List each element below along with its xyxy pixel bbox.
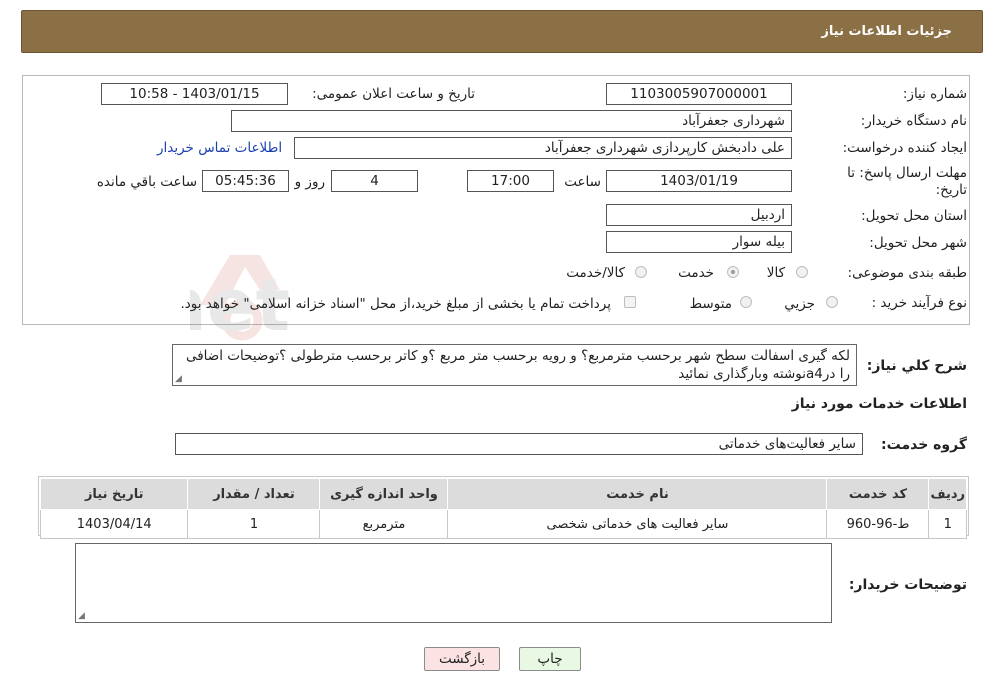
col-service-code: کد خدمت bbox=[826, 478, 930, 510]
remaining-days-field[interactable]: 4 bbox=[331, 170, 418, 192]
delivery-city-label: شهر محل تحویل: bbox=[869, 235, 967, 251]
requester-field[interactable]: علی دادبخش کارپردازی شهرداری جعفرآباد bbox=[294, 137, 792, 159]
service-group-field[interactable]: سایر فعالیت‌های خدماتی bbox=[175, 433, 863, 455]
services-table: ردیف کد خدمت نام خدمت واحد اندازه گیری ت… bbox=[39, 478, 967, 539]
table-header-row: ردیف کد خدمت نام خدمت واحد اندازه گیری ت… bbox=[39, 478, 967, 510]
delivery-city-field[interactable]: بیله سوار bbox=[606, 231, 792, 253]
category-goods-service-radio[interactable] bbox=[635, 266, 647, 278]
cell-service-code: ط-96-960 bbox=[826, 509, 930, 539]
delivery-province-field[interactable]: اردبیل bbox=[606, 204, 792, 226]
page-header: جزئیات اطلاعات نیاز bbox=[21, 10, 983, 53]
service-group-label: گروه خدمت: bbox=[881, 437, 967, 453]
cell-row-number: 1 bbox=[928, 509, 967, 539]
days-label: روز و bbox=[294, 174, 325, 190]
category-service-radio[interactable] bbox=[727, 266, 739, 278]
process-medium-label: متوسط bbox=[689, 296, 732, 312]
cell-unit: مترمربع bbox=[319, 509, 449, 539]
process-minor-label: جزیي bbox=[784, 296, 815, 312]
col-row-number: ردیف bbox=[928, 478, 967, 510]
deadline-time-field[interactable]: 17:00 bbox=[467, 170, 554, 192]
process-minor-radio[interactable] bbox=[826, 296, 838, 308]
remaining-time-label: ساعت باقي مانده bbox=[96, 174, 197, 190]
requester-label: ایجاد کننده درخواست: bbox=[842, 140, 967, 156]
category-goods-service-label: کالا/خدمت bbox=[566, 265, 625, 281]
process-medium-radio[interactable] bbox=[740, 296, 752, 308]
treasury-payment-checkbox[interactable] bbox=[624, 296, 636, 308]
delivery-province-label: استان محل تحویل: bbox=[861, 208, 967, 224]
cell-quantity: 1 bbox=[187, 509, 321, 539]
remaining-time-field[interactable]: 05:45:36 bbox=[202, 170, 289, 192]
col-need-date: تاریخ نیاز bbox=[39, 478, 189, 510]
deadline-date-field[interactable]: 1403/01/19 bbox=[606, 170, 792, 192]
col-quantity: تعداد / مقدار bbox=[187, 478, 321, 510]
need-number-field[interactable]: 1103005907000001 bbox=[606, 83, 792, 105]
description-textarea[interactable]: لکه گیری اسفالت سطح شهر برحسب مترمربع؟ و… bbox=[172, 344, 857, 386]
buyer-org-field[interactable]: شهرداری جعفرآباد bbox=[231, 110, 792, 132]
deadline-time-label: ساعت bbox=[564, 174, 601, 190]
cell-service-name: سایر فعالیت های خدماتی شخصی bbox=[447, 509, 828, 539]
buyer-notes-label: توضیحات خریدار: bbox=[848, 577, 967, 593]
print-button[interactable]: چاپ bbox=[519, 647, 581, 671]
cell-need-date: 1403/04/14 bbox=[39, 509, 189, 539]
announce-datetime-label: تاریخ و ساعت اعلان عمومی: bbox=[312, 86, 475, 102]
description-text: لکه گیری اسفالت سطح شهر برحسب مترمربع؟ و… bbox=[185, 348, 850, 382]
table-row: 1 ط-96-960 سایر فعالیت های خدماتی شخصی م… bbox=[39, 509, 967, 539]
category-goods-radio[interactable] bbox=[796, 266, 808, 278]
col-unit: واحد اندازه گیری bbox=[319, 478, 449, 510]
deadline-label: مهلت ارسال پاسخ: تا تاریخ: bbox=[847, 165, 967, 198]
subject-category-label: طبقه بندی موضوعی: bbox=[847, 265, 967, 281]
services-section-title: اطلاعات خدمات مورد نياز bbox=[791, 396, 967, 412]
back-button[interactable]: بازگشت bbox=[424, 647, 500, 671]
description-label: شرح کلي نياز: bbox=[866, 358, 967, 374]
announce-datetime-field[interactable]: 1403/01/15 - 10:58 bbox=[101, 83, 288, 105]
col-service-name: نام خدمت bbox=[447, 478, 828, 510]
resize-grip-icon[interactable]: ◢ bbox=[175, 375, 182, 384]
need-number-label: شماره نیاز: bbox=[902, 86, 967, 102]
purchase-process-label: نوع فرآیند خرید : bbox=[871, 295, 967, 311]
category-service-label: خدمت bbox=[678, 265, 714, 281]
buyer-org-label: نام دستگاه خریدار: bbox=[860, 113, 967, 129]
page-title: جزئیات اطلاعات نیاز bbox=[821, 24, 952, 39]
buyer-notes-textarea[interactable]: ◢ bbox=[75, 543, 832, 623]
treasury-payment-note: پرداخت تمام یا بخشی از مبلغ خرید،از محل … bbox=[180, 296, 611, 312]
resize-grip-icon[interactable]: ◢ bbox=[78, 612, 85, 621]
category-goods-label: کالا bbox=[766, 265, 785, 281]
buyer-contact-link[interactable]: اطلاعات تماس خریدار bbox=[157, 140, 282, 156]
